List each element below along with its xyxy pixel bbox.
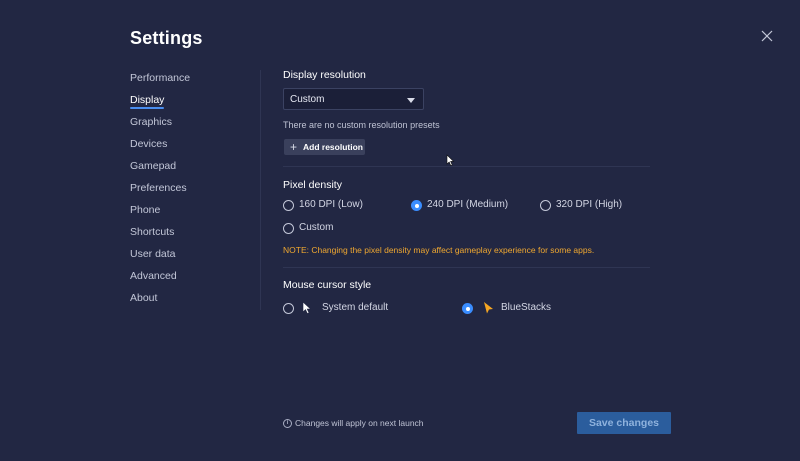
pixel-density-title: Pixel density: [283, 179, 342, 191]
nav-item-label: Advanced: [130, 270, 177, 282]
white-arrow-cursor-icon: [302, 301, 312, 320]
radio-button[interactable]: [283, 303, 294, 314]
section-divider: [283, 166, 650, 167]
plus-icon: +: [290, 140, 298, 154]
nav-item-devices[interactable]: Devices: [130, 136, 250, 158]
nav-item-label: Performance: [130, 72, 191, 84]
radio-label: System default: [322, 302, 389, 313]
nav-item-advanced[interactable]: Advanced: [130, 268, 250, 290]
nav-item-gamepad[interactable]: Gamepad: [130, 158, 250, 180]
radio-button[interactable]: [411, 200, 422, 211]
radio-label: 320 DPI (High): [556, 199, 623, 210]
radio-button[interactable]: [283, 223, 294, 234]
display-resolution-title: Display resolution: [283, 69, 366, 81]
radio-button[interactable]: [540, 200, 551, 211]
radio-label: BlueStacks: [501, 302, 552, 313]
footer-info-text: Changes will apply on next launch: [295, 418, 424, 428]
nav-item-phone[interactable]: Phone: [130, 202, 250, 224]
resolution-select-value: Custom: [290, 94, 325, 105]
nav-item-label: User data: [130, 248, 176, 260]
close-icon[interactable]: [758, 27, 776, 45]
radio-label: Custom: [299, 222, 334, 233]
nav-item-label: Phone: [130, 204, 161, 216]
orange-arrow-cursor-icon: [483, 301, 495, 320]
mouse-cursor-style-title: Mouse cursor style: [283, 279, 372, 291]
pixel-density-note: NOTE: Changing the pixel density may aff…: [283, 245, 595, 255]
nav-item-label: Shortcuts: [130, 226, 175, 238]
add-resolution-label: Add resolution: [303, 142, 363, 152]
active-indicator: [130, 107, 164, 109]
resolution-hint: There are no custom resolution presets: [283, 120, 440, 130]
chevron-down-icon: [407, 98, 415, 103]
nav-item-about[interactable]: About: [130, 290, 250, 312]
add-resolution-button[interactable]: + Add resolution: [284, 139, 365, 155]
nav-item-shortcuts[interactable]: Shortcuts: [130, 224, 250, 246]
nav-item-label: Display: [130, 94, 165, 106]
nav-item-label: Preferences: [130, 182, 187, 194]
nav-item-performance[interactable]: Performance: [130, 70, 250, 92]
radio-system-default[interactable]: System default: [283, 301, 403, 316]
settings-nav: Performance Display Graphics Devices Gam…: [130, 70, 250, 312]
nav-item-preferences[interactable]: Preferences: [130, 180, 250, 202]
nav-item-label: Graphics: [130, 116, 173, 128]
radio-label: 160 DPI (Low): [299, 199, 363, 210]
nav-item-graphics[interactable]: Graphics: [130, 114, 250, 136]
nav-item-label: About: [130, 292, 158, 304]
save-changes-label: Save changes: [588, 417, 660, 429]
nav-item-label: Devices: [130, 138, 168, 150]
radio-bluestacks-cursor[interactable]: BlueStacks: [462, 302, 562, 316]
radio-button[interactable]: [462, 303, 473, 314]
vertical-divider: [260, 70, 261, 310]
info-icon: i: [283, 419, 292, 428]
radio-button[interactable]: [283, 200, 294, 211]
radio-label: 240 DPI (Medium): [427, 199, 509, 210]
nav-item-display[interactable]: Display: [130, 92, 250, 114]
save-changes-button[interactable]: Save changes: [577, 412, 671, 434]
section-divider: [283, 267, 650, 268]
page-title: Settings: [130, 28, 203, 48]
mouse-pointer-icon: [446, 154, 455, 172]
nav-item-label: Gamepad: [130, 160, 177, 172]
resolution-select[interactable]: Custom: [283, 88, 424, 110]
nav-item-user-data[interactable]: User data: [130, 246, 250, 268]
